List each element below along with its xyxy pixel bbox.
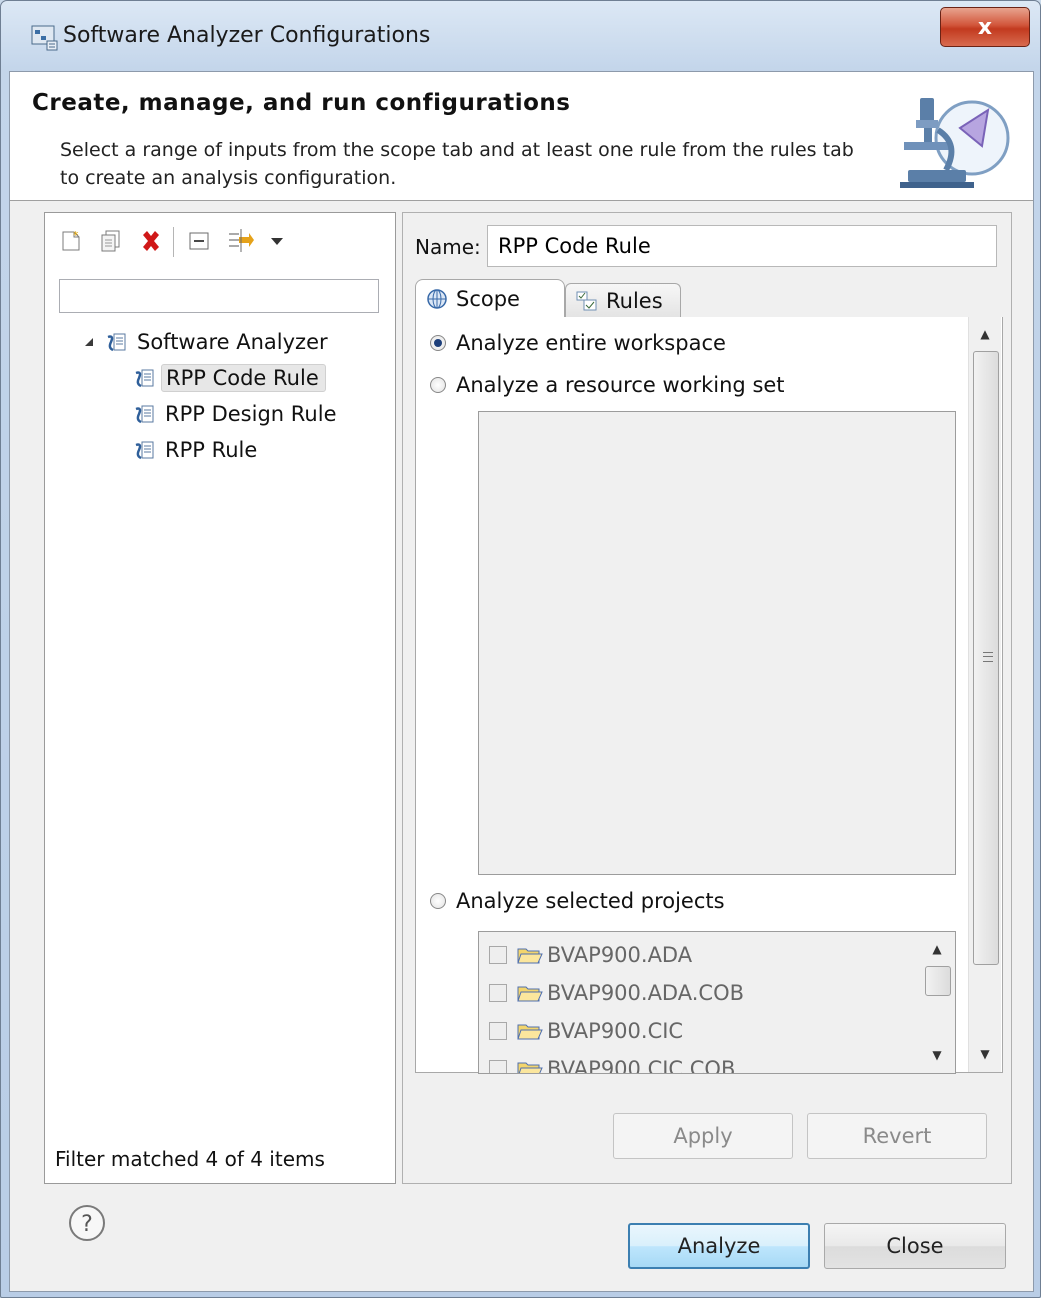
project-row[interactable]: BVAP900.ADA.COB: [489, 978, 744, 1008]
new-configuration-icon[interactable]: *: [57, 227, 85, 255]
analyzer-config-icon: [135, 441, 154, 460]
scroll-up-arrow-icon[interactable]: ▲: [969, 319, 1001, 349]
radio-indicator: [430, 377, 446, 393]
collapse-all-icon[interactable]: [185, 227, 213, 255]
project-checkbox[interactable]: [489, 1060, 507, 1073]
radio-label: Analyze a resource working set: [456, 373, 785, 397]
configuration-editor-pane: Name: Scope Rules Analyze entire workspa…: [402, 212, 1012, 1184]
radio-indicator: [430, 893, 446, 909]
project-list: BVAP900.ADA BVAP900.ADA.COB BVAP900.CIC: [478, 931, 956, 1074]
project-name: BVAP900.ADA: [547, 943, 693, 967]
close-icon: x: [977, 14, 993, 40]
project-checkbox[interactable]: [489, 984, 507, 1002]
radio-label: Analyze selected projects: [456, 889, 725, 913]
project-row[interactable]: BVAP900.ADA: [489, 940, 692, 970]
project-checkbox[interactable]: [489, 946, 507, 964]
header-title: Create, manage, and run configurations: [32, 90, 571, 116]
expanded-triangle-icon[interactable]: [83, 336, 95, 348]
editor-tabs: Scope Rules: [415, 279, 1001, 317]
filter-status-text: Filter matched 4 of 4 items: [55, 1147, 325, 1171]
toolbar-separator: [173, 227, 174, 257]
name-label: Name:: [415, 235, 481, 259]
scroll-thumb[interactable]: [973, 351, 999, 965]
dropdown-arrow-icon[interactable]: [263, 227, 291, 255]
scroll-grip-icon: [983, 652, 993, 662]
tree-item-label: RPP Rule: [165, 438, 258, 462]
filter-input[interactable]: [59, 279, 379, 313]
tree-item-rpp-rule[interactable]: RPP Rule: [133, 433, 263, 467]
app-icon: [31, 25, 58, 51]
open-folder-icon: [517, 1024, 543, 1040]
scope-tab-content: Analyze entire workspace Analyze a resou…: [415, 317, 1003, 1074]
title-bar: Software Analyzer Configurations x: [1, 1, 1040, 71]
config-toolbar: *: [45, 213, 395, 269]
project-row[interactable]: BVAP900.CIC.COB: [489, 1054, 736, 1074]
filter-icon[interactable]: [227, 227, 255, 255]
duplicate-icon[interactable]: [97, 227, 125, 255]
revert-button[interactable]: Revert: [807, 1113, 987, 1159]
microscope-icon: [900, 98, 1010, 188]
working-set-list: [478, 411, 956, 875]
configuration-list-pane: * Software Analyzer RPP Code Rule RPP De…: [44, 212, 396, 1184]
analyzer-config-icon: [135, 405, 154, 424]
dialog-window: Software Analyzer Configurations x Creat…: [0, 0, 1041, 1298]
analyzer-config-icon: [135, 369, 154, 388]
scroll-down-arrow-icon[interactable]: ▼: [921, 1040, 953, 1070]
radio-label: Analyze entire workspace: [456, 331, 726, 355]
tab-rules-label: Rules: [606, 288, 663, 313]
radio-selected-indicator: [430, 335, 446, 351]
rules-checklist-icon: [576, 291, 597, 310]
analyzer-config-icon: [107, 333, 126, 352]
tree-item-rpp-design-rule[interactable]: RPP Design Rule: [133, 397, 343, 431]
open-folder-icon: [517, 986, 543, 1002]
tree-root-label: Software Analyzer: [137, 330, 328, 354]
project-row[interactable]: BVAP900.CIC: [489, 1016, 683, 1046]
open-folder-icon: [517, 1062, 543, 1073]
scroll-thumb[interactable]: [925, 966, 951, 996]
scroll-down-arrow-icon[interactable]: ▼: [969, 1039, 1001, 1069]
header-description: Select a range of inputs from the scope …: [60, 139, 854, 189]
window-close-button[interactable]: x: [940, 7, 1030, 47]
project-name: BVAP900.CIC.COB: [547, 1057, 736, 1074]
radio-analyze-entire-workspace[interactable]: Analyze entire workspace: [430, 331, 726, 355]
tree-item-label: RPP Code Rule: [161, 364, 326, 392]
project-checkbox[interactable]: [489, 1022, 507, 1040]
scroll-up-arrow-icon[interactable]: ▲: [921, 934, 953, 964]
tab-rules[interactable]: Rules: [565, 283, 681, 317]
svg-text:?: ?: [81, 1212, 93, 1237]
dialog-client-area: Create, manage, and run configurations S…: [9, 71, 1034, 1292]
apply-button[interactable]: Apply: [613, 1113, 793, 1159]
tab-scope[interactable]: Scope: [415, 279, 565, 317]
analyze-button[interactable]: Analyze: [628, 1223, 810, 1269]
project-name: BVAP900.CIC: [547, 1019, 684, 1043]
tree-item-rpp-code-rule[interactable]: RPP Code Rule: [133, 361, 326, 395]
help-icon[interactable]: ?: [68, 1204, 106, 1242]
dialog-header: Create, manage, and run configurations S…: [10, 72, 1033, 201]
tree-item-label: RPP Design Rule: [165, 402, 337, 426]
tab-scope-label: Scope: [456, 286, 520, 311]
name-input[interactable]: [487, 225, 997, 267]
radio-analyze-working-set[interactable]: Analyze a resource working set: [430, 373, 785, 397]
close-button[interactable]: Close: [824, 1223, 1006, 1269]
project-name: BVAP900.ADA.COB: [547, 981, 745, 1005]
radio-analyze-selected-projects[interactable]: Analyze selected projects: [430, 889, 725, 913]
scope-scrollbar[interactable]: ▲ ▼: [968, 317, 1001, 1072]
svg-text:*: *: [73, 229, 79, 242]
delete-icon[interactable]: [137, 227, 165, 255]
project-list-scrollbar[interactable]: ▲ ▼: [921, 932, 953, 1073]
window-title: Software Analyzer Configurations: [63, 23, 431, 48]
tree-root-software-analyzer[interactable]: Software Analyzer: [83, 325, 334, 359]
open-folder-icon: [517, 948, 543, 964]
scope-globe-icon: [427, 288, 447, 309]
